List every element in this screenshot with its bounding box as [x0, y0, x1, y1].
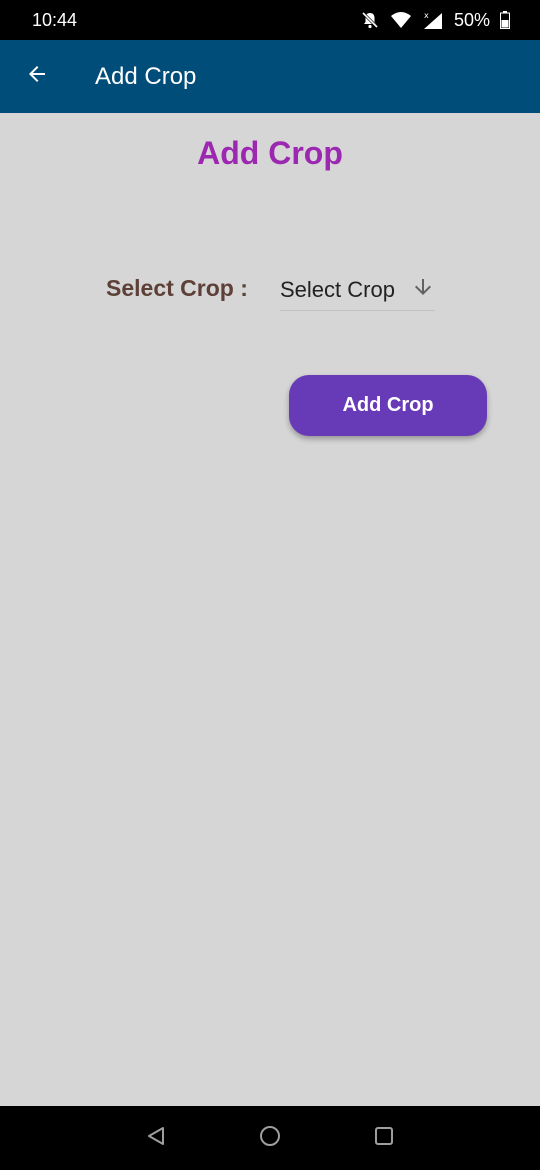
nav-home-button[interactable]	[258, 1124, 282, 1153]
app-bar: Add Crop	[0, 40, 540, 113]
select-crop-label: Select Crop :	[106, 275, 248, 301]
back-triangle-icon	[144, 1124, 168, 1153]
crop-dropdown[interactable]: Select Crop	[280, 269, 435, 311]
status-icons: x 50%	[360, 10, 510, 31]
svg-text:x: x	[424, 11, 429, 20]
status-time: 10:44	[32, 9, 78, 30]
navigation-bar	[0, 1106, 540, 1170]
status-bar: 10:44 x 50%	[0, 0, 540, 40]
main-content: Add Crop Select Crop : Select Crop Add C…	[0, 113, 540, 1106]
home-circle-icon	[258, 1124, 282, 1153]
recents-square-icon	[372, 1124, 396, 1153]
app-bar-title: Add Crop	[95, 62, 197, 90]
add-crop-button[interactable]: Add Crop	[289, 375, 487, 436]
signal-icon: x	[422, 10, 444, 30]
arrow-down-icon	[411, 275, 435, 304]
wifi-icon	[390, 11, 412, 29]
bell-off-icon	[360, 10, 380, 30]
page-title: Add Crop	[197, 135, 343, 171]
arrow-back-icon	[25, 62, 49, 91]
crop-dropdown-value: Select Crop	[280, 276, 395, 302]
nav-back-button[interactable]	[144, 1124, 168, 1153]
back-button[interactable]	[17, 57, 57, 97]
battery-icon	[500, 11, 510, 29]
nav-recents-button[interactable]	[372, 1124, 396, 1153]
battery-text: 50%	[453, 9, 490, 30]
